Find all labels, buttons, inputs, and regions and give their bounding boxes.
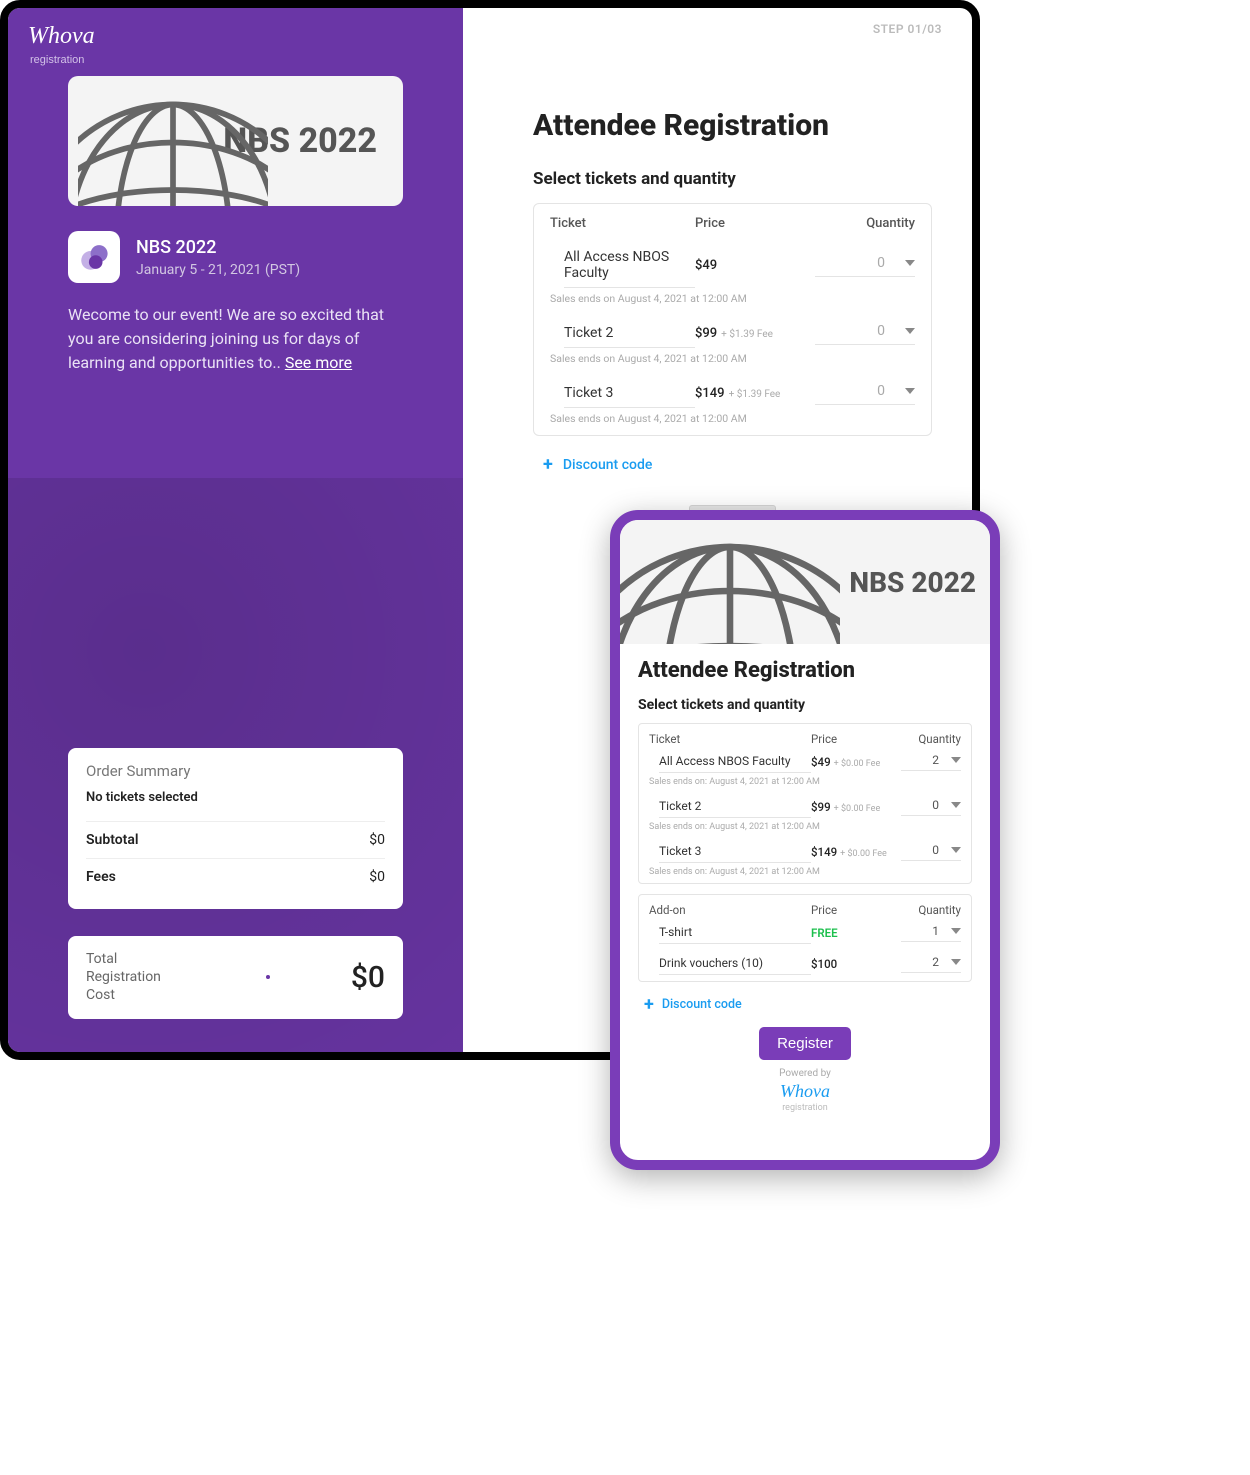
col-price: Price [695, 216, 815, 231]
ticket-row: Ticket 3 $149+ $1.39 Fee 0 [534, 375, 931, 408]
order-summary-msg: No tickets selected [86, 790, 385, 805]
mobile-discount-code-link[interactable]: + Discount code [644, 994, 972, 1015]
chevron-down-icon [951, 847, 961, 853]
chevron-down-icon [951, 802, 961, 808]
sales-end-note: Sales ends on August 4, 2021 at 12:00 AM [534, 288, 931, 315]
order-summary-title: Order Summary [86, 762, 385, 780]
ticket-row: Ticket 2 $99+ $1.39 Fee 0 [534, 315, 931, 348]
chevron-down-icon [905, 388, 915, 394]
ticket-row: All Access NBOS Faculty $49+ $0.00 Fee 2 [639, 748, 971, 775]
sales-end-note: Sales ends on: August 4, 2021 at 12:00 A… [639, 820, 971, 838]
subtotal-label: Subtotal [86, 832, 139, 848]
chevron-down-icon [951, 757, 961, 763]
chevron-down-icon [905, 260, 915, 266]
globe-icon [78, 76, 268, 206]
mobile-banner: NBS 2022 [620, 520, 990, 644]
ticket-name: All Access NBOS Faculty [564, 243, 695, 288]
event-banner: NBS 2022 [68, 76, 403, 206]
ticket-price: $49 [695, 258, 815, 273]
page-title: Attendee Registration [533, 108, 932, 143]
ticket-name: Ticket 2 [564, 319, 695, 348]
quantity-select[interactable]: 2 [901, 955, 961, 973]
tickets-table: Ticket Price Quantity All Access NBOS Fa… [533, 203, 932, 436]
order-summary-card: Order Summary No tickets selected Subtot… [68, 748, 403, 909]
mobile-section-title: Select tickets and quantity [638, 697, 972, 713]
quantity-select[interactable]: 2 [901, 753, 961, 771]
brand-logo: Whova [8, 23, 463, 58]
sales-end-note: Sales ends on August 4, 2021 at 12:00 AM [534, 408, 931, 435]
see-more-link[interactable]: See more [285, 353, 352, 372]
ticket-name: All Access NBOS Faculty [659, 750, 811, 773]
event-info: NBS 2022 January 5 - 21, 2021 (PST) [68, 231, 403, 283]
addon-price: FREE [811, 926, 901, 940]
subtotal-value: $0 [369, 832, 385, 848]
total-label: Total Registration Cost [86, 950, 186, 1005]
ticket-row: Ticket 2 $99+ $0.00 Fee 0 [639, 793, 971, 820]
event-date: January 5 - 21, 2021 (PST) [136, 262, 300, 278]
powered-by: Powered by Whova registration [638, 1068, 972, 1113]
ticket-name: Ticket 3 [659, 840, 811, 863]
total-amount: $0 [351, 960, 385, 995]
addon-price: $100 [811, 957, 901, 971]
whova-logo: Whova [638, 1081, 972, 1102]
fees-label: Fees [86, 869, 116, 885]
addon-row: T-shirt FREE 1 [639, 919, 971, 950]
ticket-price: $99+ $0.00 Fee [811, 800, 901, 814]
ticket-price: $49+ $0.00 Fee [811, 755, 901, 769]
mobile-addons-table: Add-on Price Quantity T-shirt FREE 1 Dri… [638, 894, 972, 982]
fees-value: $0 [369, 869, 385, 885]
sales-end-note: Sales ends on: August 4, 2021 at 12:00 A… [639, 775, 971, 793]
plus-icon: + [644, 994, 654, 1015]
section-title: Select tickets and quantity [533, 169, 932, 189]
globe-icon [620, 520, 840, 644]
total-card: Total Registration Cost $0 [68, 936, 403, 1019]
ticket-price: $149+ $0.00 Fee [811, 845, 901, 859]
addon-name: T-shirt [659, 921, 811, 944]
col-qty: Quantity [815, 216, 915, 231]
ticket-price: $149+ $1.39 Fee [695, 386, 815, 401]
register-button[interactable]: Register [759, 1027, 851, 1060]
quantity-select[interactable]: 0 [901, 798, 961, 816]
mobile-tickets-table: Ticket Price Quantity All Access NBOS Fa… [638, 723, 972, 884]
sales-end-note: Sales ends on August 4, 2021 at 12:00 AM [534, 348, 931, 375]
addon-name: Drink vouchers (10) [659, 952, 811, 975]
mcol-addon: Add-on [649, 903, 811, 917]
quantity-select[interactable]: 0 [815, 383, 915, 405]
chevron-down-icon [905, 328, 915, 334]
mobile-page-title: Attendee Registration [638, 658, 972, 683]
ticket-price: $99+ $1.39 Fee [695, 326, 815, 341]
quantity-select[interactable]: 0 [815, 255, 915, 277]
ticket-row: Ticket 3 $149+ $0.00 Fee 0 [639, 838, 971, 865]
addon-row: Drink vouchers (10) $100 2 [639, 950, 971, 981]
mcol-qty2: Quantity [901, 903, 961, 917]
col-ticket: Ticket [550, 216, 695, 231]
brand-sub: registration [8, 54, 463, 66]
ticket-name: Ticket 2 [659, 795, 811, 818]
mobile-window: NBS 2022 Attendee Registration Select ti… [610, 510, 1000, 1170]
ticket-row: All Access NBOS Faculty $49 0 [534, 239, 931, 288]
mcol-ticket: Ticket [649, 732, 811, 746]
welcome-text: Wecome to our event! We are so excited t… [68, 303, 403, 375]
mcol-price: Price [811, 732, 901, 746]
event-app-icon [68, 231, 120, 283]
sales-end-note: Sales ends on: August 4, 2021 at 12:00 A… [639, 865, 971, 883]
mobile-banner-title: NBS 2022 [849, 566, 976, 599]
sidebar: Whova registration NBS 2022 NBS 2022 Jan… [8, 8, 463, 1052]
mcol-price2: Price [811, 903, 901, 917]
event-name: NBS 2022 [136, 237, 300, 258]
ticket-name: Ticket 3 [564, 379, 695, 408]
chevron-down-icon [951, 959, 961, 965]
step-indicator: STEP 01/03 [873, 22, 942, 36]
chevron-down-icon [951, 928, 961, 934]
discount-code-link[interactable]: + Discount code [543, 454, 932, 475]
quantity-select[interactable]: 0 [815, 323, 915, 345]
quantity-select[interactable]: 0 [901, 843, 961, 861]
mcol-qty: Quantity [901, 732, 961, 746]
quantity-select[interactable]: 1 [901, 924, 961, 942]
plus-icon: + [543, 454, 553, 475]
dot-icon [266, 975, 270, 979]
